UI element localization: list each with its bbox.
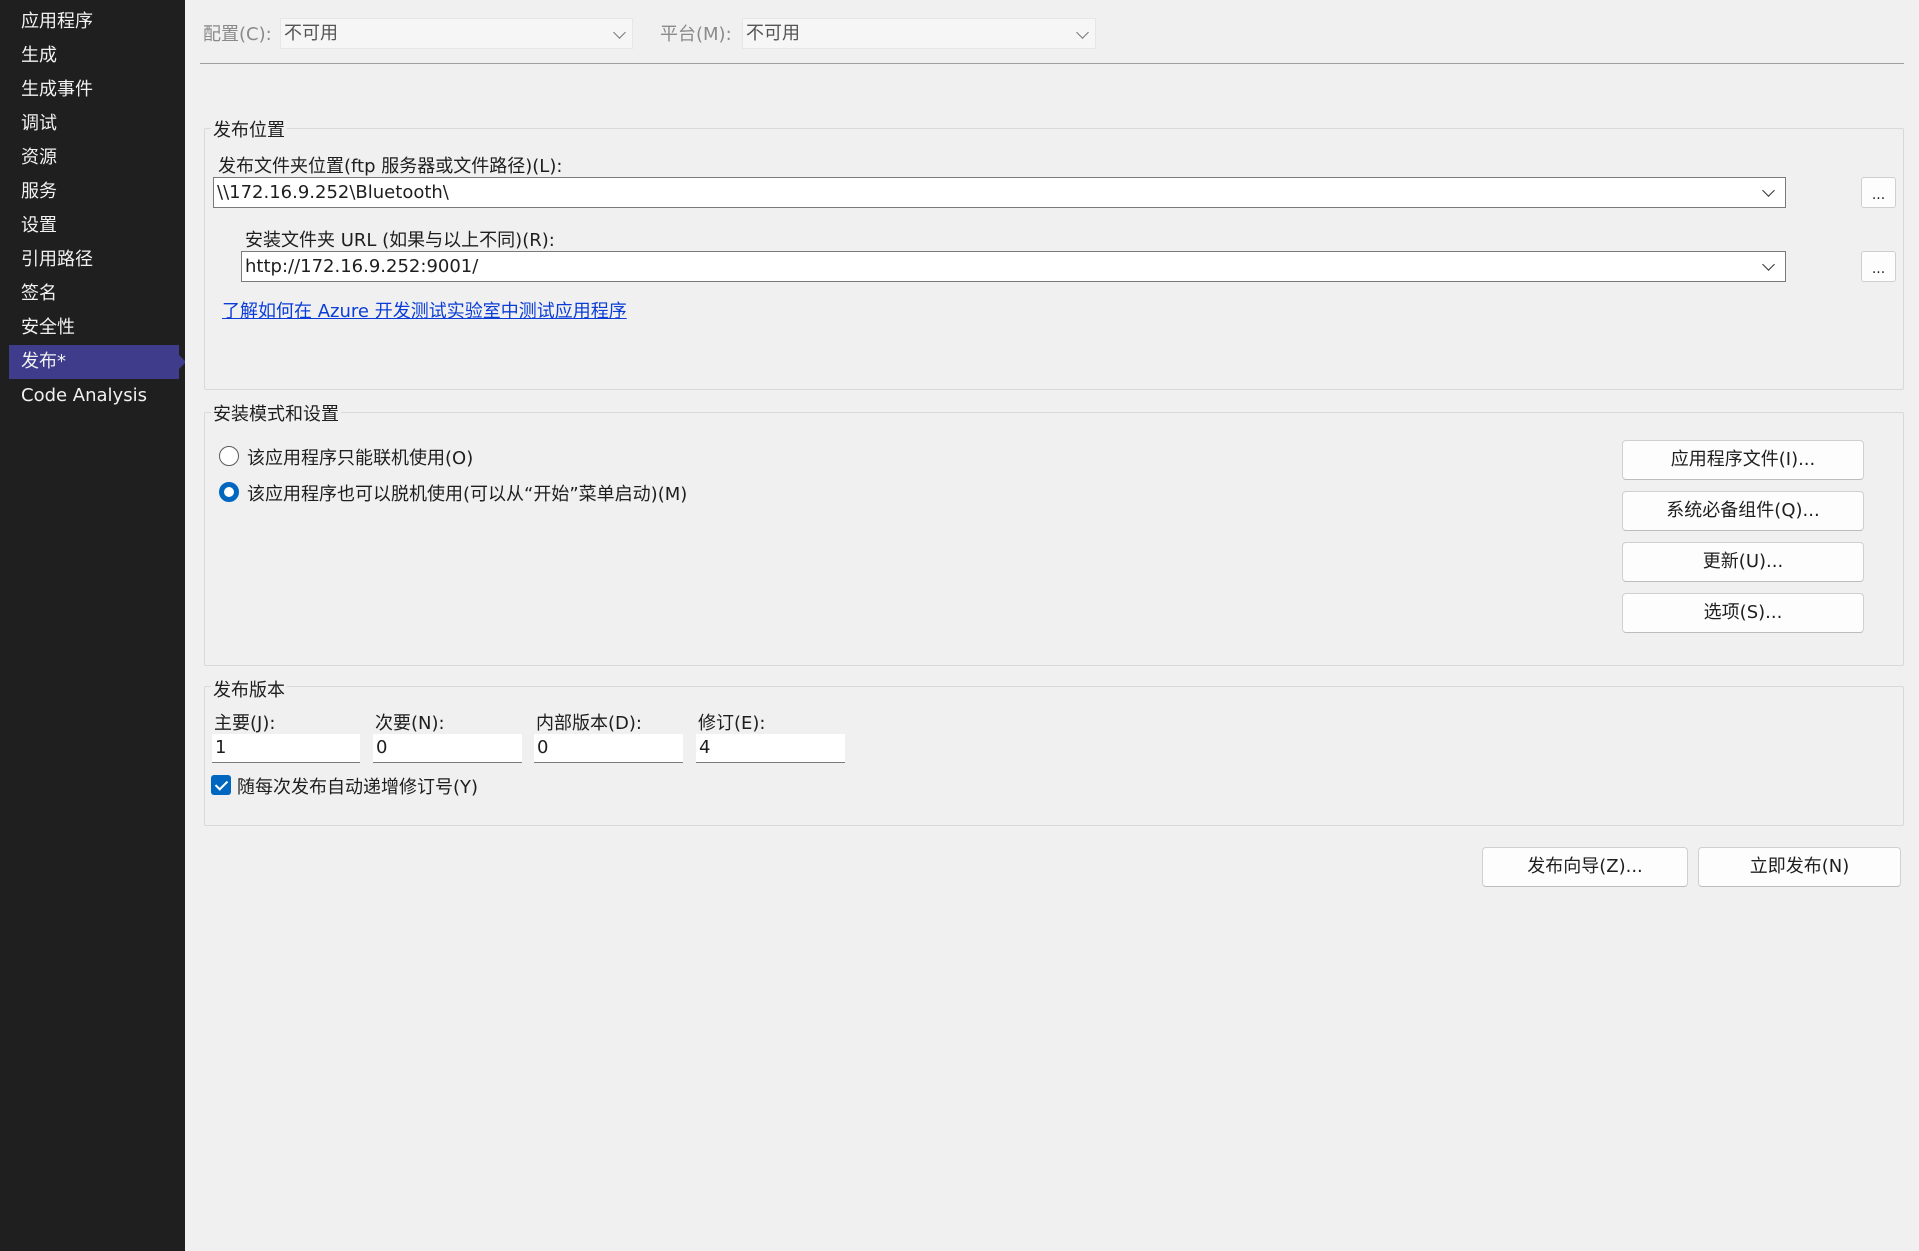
major-input[interactable]: 1 xyxy=(212,734,360,763)
browse-install-url-button[interactable]: ... xyxy=(1861,251,1896,282)
publish-version-title: 发布版本 xyxy=(211,676,287,702)
publish-folder-value: \\172.16.9.252\Bluetooth\ xyxy=(217,182,449,203)
major-label: 主要(J): xyxy=(214,713,276,734)
chevron-down-icon xyxy=(1762,184,1775,197)
chevron-down-icon xyxy=(1076,26,1089,39)
publish-location-title: 发布位置 xyxy=(211,116,287,142)
sidebar-item-build[interactable]: 生成 xyxy=(9,39,179,73)
sidebar-item-application[interactable]: 应用程序 xyxy=(9,5,179,39)
main-panel: 配置(C): 不可用 平台(M): 不可用 发布位置 发布文件夹位置(ftp 服… xyxy=(185,0,1919,1251)
install-url-combo[interactable]: http://172.16.9.252:9001/ xyxy=(241,251,1786,282)
auto-increment-checkbox[interactable] xyxy=(211,775,231,795)
divider xyxy=(200,63,1904,64)
updates-button[interactable]: 更新(U)... xyxy=(1622,542,1864,582)
minor-input[interactable]: 0 xyxy=(373,734,522,763)
publish-wizard-button[interactable]: 发布向导(Z)... xyxy=(1482,847,1688,887)
radio-online-only[interactable] xyxy=(219,446,239,466)
revision-input[interactable]: 4 xyxy=(696,734,845,763)
platform-label: 平台(M): xyxy=(660,24,732,45)
application-files-button[interactable]: 应用程序文件(I)... xyxy=(1622,440,1864,480)
sidebar-item-code-analysis[interactable]: Code Analysis xyxy=(9,379,179,413)
config-select[interactable]: 不可用 xyxy=(280,18,633,49)
options-button[interactable]: 选项(S)... xyxy=(1622,593,1864,633)
sidebar: 应用程序 生成 生成事件 调试 资源 服务 设置 引用路径 签名 安全性 发布*… xyxy=(0,0,186,1251)
install-mode-title: 安装模式和设置 xyxy=(211,400,341,426)
install-url-label: 安装文件夹 URL (如果与以上不同)(R): xyxy=(245,230,555,251)
browse-publish-folder-button[interactable]: ... xyxy=(1861,177,1896,208)
build-label: 内部版本(D): xyxy=(536,713,642,734)
azure-devtest-link[interactable]: 了解如何在 Azure 开发测试实验室中测试应用程序 xyxy=(222,297,627,323)
sidebar-item-reference-paths[interactable]: 引用路径 xyxy=(9,243,179,277)
platform-value: 不可用 xyxy=(746,23,800,44)
sidebar-item-publish[interactable]: 发布* xyxy=(9,345,186,379)
install-url-value: http://172.16.9.252:9001/ xyxy=(245,256,479,277)
config-value: 不可用 xyxy=(284,23,338,44)
publish-folder-label: 发布文件夹位置(ftp 服务器或文件路径)(L): xyxy=(218,156,563,177)
sidebar-item-debug[interactable]: 调试 xyxy=(9,107,179,141)
online-only-label[interactable]: 该应用程序只能联机使用(O) xyxy=(247,444,473,470)
chevron-down-icon xyxy=(1762,258,1775,271)
radio-offline-too[interactable] xyxy=(219,482,239,502)
sidebar-item-build-events[interactable]: 生成事件 xyxy=(9,73,179,107)
publish-now-button[interactable]: 立即发布(N) xyxy=(1698,847,1901,887)
auto-increment-label[interactable]: 随每次发布自动递增修订号(Y) xyxy=(237,773,478,799)
sidebar-item-security[interactable]: 安全性 xyxy=(9,311,179,345)
minor-label: 次要(N): xyxy=(375,713,445,734)
chevron-down-icon xyxy=(613,26,626,39)
sidebar-item-resources[interactable]: 资源 xyxy=(9,141,179,175)
build-input[interactable]: 0 xyxy=(534,734,683,763)
platform-select[interactable]: 不可用 xyxy=(742,18,1096,49)
publish-folder-combo[interactable]: \\172.16.9.252\Bluetooth\ xyxy=(213,177,1786,208)
sidebar-item-signing[interactable]: 签名 xyxy=(9,277,179,311)
prerequisites-button[interactable]: 系统必备组件(Q)... xyxy=(1622,491,1864,531)
offline-too-label[interactable]: 该应用程序也可以脱机使用(可以从“开始”菜单启动)(M) xyxy=(247,480,687,506)
sidebar-item-settings[interactable]: 设置 xyxy=(9,209,179,243)
sidebar-item-services[interactable]: 服务 xyxy=(9,175,179,209)
revision-label: 修订(E): xyxy=(698,713,766,734)
config-label: 配置(C): xyxy=(203,24,272,45)
